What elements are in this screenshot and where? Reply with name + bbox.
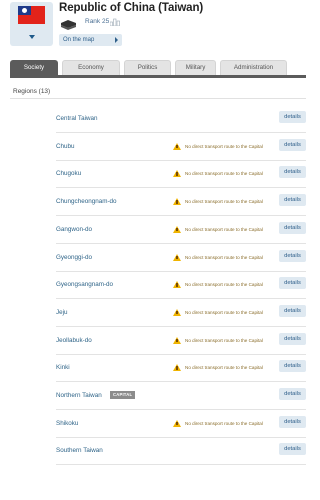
regions-header: Regions (13) [10,84,306,99]
region-name-link[interactable]: Northern Taiwan [56,392,102,399]
details-button[interactable]: details [279,304,306,317]
region-row: Gyeonggi-do No direct transport route to … [56,244,306,272]
warning-text: No direct transport route to the Capital [185,420,263,426]
chevron-down-icon[interactable] [29,35,35,39]
region-name-link[interactable]: Jeju [56,309,68,316]
region-row: Shikoku No direct transport route to the … [56,410,306,438]
tab-economy[interactable]: Economy [62,60,120,76]
warning-text: No direct transport route to the Capital [185,365,263,371]
region-name-link[interactable]: Chubu [56,143,75,150]
on-the-map-label: On the map [63,36,95,43]
details-button[interactable]: details [279,166,306,179]
tab-underline [10,75,306,78]
details-button[interactable]: details [279,249,306,262]
region-name-link[interactable]: Gyeongsangnam-do [56,281,113,288]
details-button[interactable]: details [279,194,306,207]
tab-politics[interactable]: Politics [124,60,171,76]
region-name-link[interactable]: Jeollabuk-do [56,337,92,344]
tab-military[interactable]: Military [175,60,216,76]
warning-text: No direct transport route to the Capital [185,171,263,177]
region-row: Jeju No direct transport route to the Cap… [56,299,306,327]
region-name-link[interactable]: Kinki [56,364,70,371]
warning-text: No direct transport route to the Capital [185,309,263,315]
warning-text: No direct transport route to the Capital [185,226,263,232]
on-the-map-button[interactable]: On the map [59,34,122,46]
tab-administration[interactable]: Administration [220,60,287,76]
country-header: Republic of China (Taiwan) Rank 25 On th… [0,0,316,52]
chevron-right-icon [115,37,118,43]
details-button[interactable]: details [279,388,306,400]
details-button[interactable]: details [279,332,306,345]
flag-selector[interactable] [10,2,53,46]
region-name-link[interactable]: Southern Taiwan [56,447,103,454]
page-title: Republic of China (Taiwan) [59,2,204,14]
warning-text: No direct transport route to the Capital [185,337,263,343]
region-row: Southern Taiwan details [56,437,306,466]
tab-society[interactable]: Society [10,60,58,76]
details-button[interactable]: details [279,415,306,428]
details-button[interactable]: details [279,360,306,373]
warning-text: No direct transport route to the Capital [185,199,263,205]
region-row: Chubu No direct transport route to the Ca… [56,133,306,161]
region-row: Gyeongsangnam-do No direct transport rout… [56,271,306,300]
region-row: Northern Taiwan CAPITAL details [56,382,306,410]
region-name-link[interactable]: Gyeonggi-do [56,254,92,261]
region-name-link[interactable]: Chugoku [56,170,81,177]
details-button[interactable]: details [279,138,306,151]
region-name-link[interactable]: Gangwon-do [56,226,92,233]
region-row: Jeollabuk-do No direct transport route to… [56,327,306,355]
capital-badge: CAPITAL [110,391,136,399]
warning-text: No direct transport route to the Capital [185,282,263,288]
rank-label: Rank 25 [85,18,110,25]
region-name-link[interactable]: Chungcheongnam-do [56,198,117,205]
details-button[interactable]: details [279,221,306,234]
region-row: Kinki No direct transport route to the Ca… [56,354,306,383]
regions-count: Regions (13) [13,88,51,95]
region-name-link[interactable]: Central Taiwan [56,115,98,122]
details-button[interactable]: details [279,443,306,456]
region-row: Central Taiwan details [56,105,306,133]
warning-text: No direct transport route to the Capital [185,143,263,149]
details-button[interactable]: details [279,277,306,290]
tab-bar: Society Economy Politics Military Admini… [10,60,305,76]
warning-text: No direct transport route to the Capital [185,254,263,260]
region-row: Chungcheongnam-do No direct transport rou… [56,188,306,217]
region-name-link[interactable]: Shikoku [56,420,78,427]
taiwan-flag-icon [18,6,45,24]
region-row: Gangwon-do No direct transport route to t… [56,216,306,244]
bar-chart-icon [110,18,120,26]
podium-icon [61,20,76,30]
details-button[interactable]: details [279,111,306,123]
region-row: Chugoku No direct transport route to the … [56,160,306,189]
